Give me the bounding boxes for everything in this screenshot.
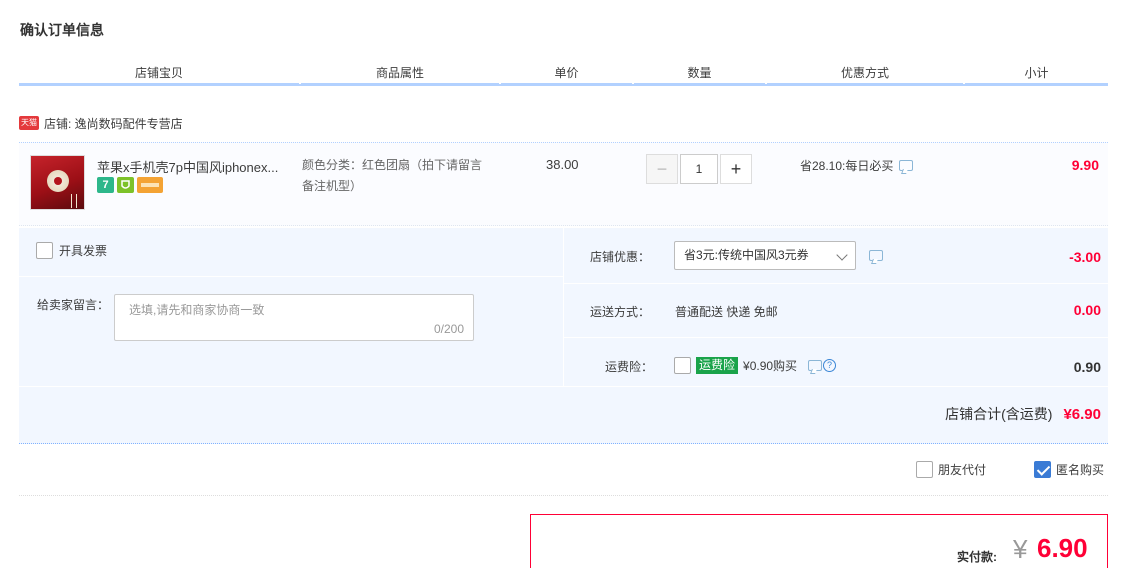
header-attributes: 商品属性	[375, 66, 424, 80]
shipping-method: 普通配送 快递 免邮	[675, 305, 778, 319]
message-placeholder: 选填,请先和商家协商一致	[129, 303, 265, 317]
seven-day-return-icon[interactable]: 7	[97, 177, 114, 193]
currency-symbol: ¥	[1013, 534, 1028, 564]
anonymous-label: 匿名购买	[1056, 463, 1105, 477]
anonymous-checkbox[interactable]	[1034, 461, 1051, 478]
header-subtotal: 小计	[1024, 66, 1049, 80]
header-shop-item: 店铺宝贝	[134, 66, 183, 80]
insurance-tag: 运费险	[696, 357, 739, 374]
panel-divider	[564, 283, 1108, 284]
header-discount: 优惠方式	[840, 66, 889, 80]
shop-discount-value: -3.00	[1069, 249, 1101, 265]
increase-quantity-button[interactable]: +	[720, 154, 752, 184]
header-quantity: 数量	[687, 66, 712, 80]
page-title: 确认订单信息	[20, 22, 104, 38]
credit-card-icon[interactable]	[137, 177, 163, 193]
shop-discount-label: 店铺优惠：	[590, 250, 651, 264]
shipping-insurance-option: 运费险 ¥0.90购买 ?	[674, 357, 837, 374]
panel-divider	[564, 337, 1108, 338]
fan-pattern-image	[47, 170, 69, 192]
seller-message-label: 给卖家留言：	[37, 298, 110, 312]
insurance-value: 0.90	[1073, 359, 1101, 375]
friend-pay-label: 朋友代付	[938, 463, 987, 477]
panel-divider	[19, 276, 563, 277]
attribute-line: 备注机型）	[302, 179, 363, 193]
panel-divider	[19, 386, 1108, 387]
shop-total-value: ¥6.90	[1063, 406, 1101, 423]
message-icon[interactable]	[808, 360, 823, 371]
promotion-text: 省28.10:每日必买	[800, 159, 894, 173]
invoice-option: 开具发票	[36, 242, 107, 259]
product-title-link[interactable]: 苹果x手机壳7p中国风iphonex...	[97, 157, 292, 176]
actual-payment-label: 实付款:	[957, 550, 997, 564]
quantity-input[interactable]	[680, 154, 718, 184]
coupon-select[interactable]: 省3元:传统中国风3元券	[674, 241, 856, 270]
actual-payment-value: 6.90	[1037, 533, 1088, 563]
coupon-selected-value: 省3元:传统中国风3元券	[684, 248, 809, 262]
cart-item-row: 苹果x手机壳7p中国风iphonex... 7 颜色分类：红色团扇（拍下请留言 …	[19, 142, 1108, 226]
product-thumbnail[interactable]	[30, 155, 85, 210]
calligraphy-mark	[71, 194, 77, 208]
header-unit-price: 单价	[554, 66, 579, 80]
message-icon[interactable]	[899, 160, 914, 171]
tmall-icon: 天猫	[19, 116, 39, 130]
insurance-label: 运费险：	[605, 360, 654, 374]
message-icon[interactable]	[869, 250, 883, 261]
insurance-checkbox[interactable]	[674, 357, 691, 374]
insurance-price: ¥0.90购买	[743, 359, 798, 373]
product-attributes: 颜色分类：红色团扇（拍下请留言 备注机型）	[302, 155, 507, 197]
quantity-stepper: − +	[646, 154, 752, 184]
shop-name[interactable]: 店铺: 逸尚数码配件专营店	[44, 115, 183, 132]
panel-divider	[563, 228, 564, 386]
attribute-line: 颜色分类：红色团扇（拍下请留言	[302, 158, 483, 172]
friend-pay-checkbox[interactable]	[916, 461, 933, 478]
shipping-value: 0.00	[1073, 302, 1101, 318]
promotion-info: 省28.10:每日必买	[800, 157, 914, 174]
order-table-header: 店铺宝贝 商品属性 单价 数量 优惠方式 小计	[19, 62, 1108, 86]
chevron-down-icon	[836, 249, 848, 261]
seller-message-input[interactable]: 选填,请先和商家协商一致 0/200	[114, 294, 474, 341]
item-subtotal: 9.90	[1071, 157, 1099, 173]
shop-total-label: 店铺合计(含运费)	[945, 406, 1053, 422]
invoice-label: 开具发票	[59, 244, 108, 258]
divider	[19, 495, 1108, 496]
shop-row: 天猫 店铺: 逸尚数码配件专营店	[19, 113, 183, 133]
message-char-counter: 0/200	[433, 322, 464, 336]
service-icons: 7	[97, 177, 163, 193]
shop-total: 店铺合计(含运费) ¥6.90	[945, 404, 1101, 424]
friend-pay-option: 朋友代付	[916, 461, 986, 478]
payment-summary: 实付款: ¥ 6.90	[530, 514, 1108, 568]
decrease-quantity-button[interactable]: −	[646, 154, 678, 184]
anonymous-option: 匿名购买	[1034, 461, 1104, 478]
order-options-panel: 开具发票 给卖家留言： 选填,请先和商家协商一致 0/200 店铺优惠： 省3元…	[19, 228, 1108, 444]
shipping-label: 运送方式：	[590, 305, 651, 319]
help-icon[interactable]: ?	[823, 359, 837, 372]
unit-price: 38.00	[546, 157, 579, 172]
guarantee-icon[interactable]	[117, 177, 134, 193]
invoice-checkbox[interactable]	[36, 242, 53, 259]
